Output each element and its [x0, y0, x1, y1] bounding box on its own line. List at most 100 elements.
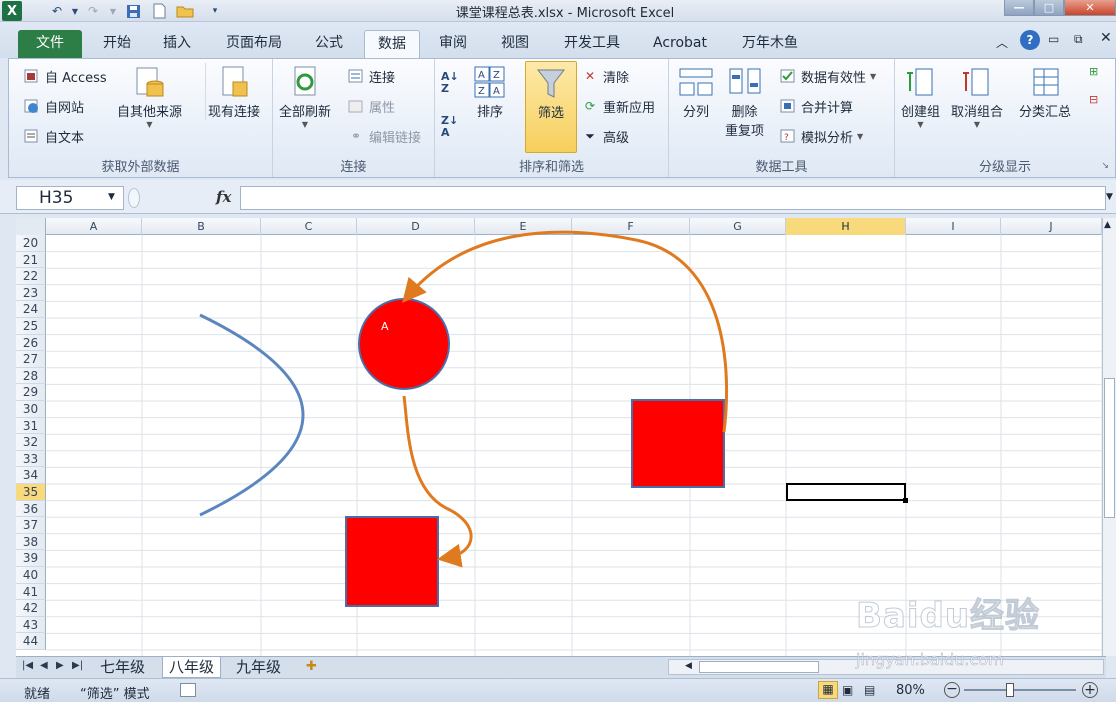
connections-button[interactable]: 连接	[347, 65, 395, 87]
from-text-button[interactable]: 自文本	[23, 125, 84, 147]
undo-dropdown-icon[interactable]: ▼	[66, 2, 84, 20]
filter-button[interactable]: 筛选	[525, 61, 577, 153]
collapse-ribbon-icon[interactable]: ︿	[996, 34, 1008, 51]
tab-home[interactable]: 开始	[92, 30, 142, 58]
page-break-view-icon[interactable]: ▤	[864, 683, 875, 697]
dialog-launcher-icon[interactable]: ↘	[1101, 161, 1109, 171]
doc-minimize-icon[interactable]: ▭	[1048, 32, 1059, 46]
sheet-tab-grade8[interactable]: 八年级	[162, 657, 222, 678]
tab-wannianmuyu[interactable]: 万年木鱼	[728, 30, 812, 58]
advanced-filter-button[interactable]: ⏷ 高级	[581, 125, 629, 147]
minimize-button[interactable]: —	[1004, 0, 1034, 16]
formula-bar-handle-icon[interactable]	[128, 188, 140, 208]
sheet-tab-grade9[interactable]: 九年级	[230, 657, 287, 678]
doc-close-icon[interactable]: ✕	[1100, 30, 1112, 46]
tab-acrobat[interactable]: Acrobat	[644, 30, 716, 58]
zoom-slider[interactable]	[964, 689, 1076, 691]
subtotal-button[interactable]: 分类汇总	[1019, 63, 1071, 120]
group-connections: 全部刷新 ▼ 连接 属性 ⚭ 编辑链接 连接	[273, 59, 435, 177]
group-button[interactable]: 创建组 ▼	[901, 63, 940, 129]
sort-az-icon[interactable]: A↓ Z	[441, 71, 459, 95]
customize-qat-icon[interactable]: ▾	[206, 2, 224, 20]
text-to-columns-label: 分列	[682, 105, 709, 120]
clear-filter-button[interactable]: ✕ 清除	[581, 65, 629, 87]
what-if-analysis-button[interactable]: ? 模拟分析 ▼	[779, 125, 863, 147]
scroll-left-icon[interactable]: ◀	[685, 661, 692, 671]
arc-shape[interactable]	[199, 313, 305, 517]
text-file-icon	[23, 127, 41, 145]
horizontal-scroll-thumb[interactable]	[699, 661, 819, 673]
zoom-in-icon[interactable]: +	[1082, 682, 1098, 698]
from-web-button[interactable]: 自网站	[23, 95, 84, 117]
data-validation-button[interactable]: 数据有效性 ▼	[779, 65, 876, 87]
scroll-up-icon[interactable]: ▲	[1104, 220, 1111, 230]
refresh-all-button[interactable]: 全部刷新 ▼	[279, 63, 331, 129]
square-shape-bottom[interactable]	[345, 516, 439, 607]
refresh-all-label: 全部刷新	[279, 105, 332, 120]
close-button[interactable]: ✕	[1064, 0, 1116, 16]
existing-connections-button[interactable]: 现有连接	[205, 63, 260, 120]
group-icon	[904, 63, 938, 101]
last-sheet-icon[interactable]: ▶|	[72, 660, 83, 671]
remove-duplicates-button[interactable]: 删除 重复项	[725, 63, 764, 139]
show-detail-icon[interactable]: ⊞	[1089, 65, 1098, 78]
hide-detail-icon[interactable]: ⊟	[1089, 93, 1098, 106]
vertical-scroll-thumb[interactable]	[1104, 378, 1115, 518]
name-box-dropdown-icon[interactable]: ▼	[108, 192, 115, 202]
from-access-button[interactable]: 自 Access	[23, 65, 107, 87]
macro-record-icon[interactable]	[180, 683, 196, 697]
status-ready: 就绪	[24, 687, 51, 702]
doc-restore-icon[interactable]: ⧉	[1074, 32, 1083, 47]
zoom-slider-thumb[interactable]	[1006, 683, 1014, 697]
data-validation-label: 数据有效性	[801, 70, 867, 86]
redo-icon[interactable]: ↷	[84, 2, 102, 20]
formula-input[interactable]	[240, 186, 1106, 210]
help-icon[interactable]: ?	[1020, 30, 1040, 50]
properties-button[interactable]: 属性	[347, 95, 395, 117]
tab-page-layout[interactable]: 页面布局	[212, 30, 296, 58]
zoom-level[interactable]: 80%	[896, 683, 925, 698]
sheet-tab-grade7[interactable]: 七年级	[94, 657, 151, 678]
edit-links-label: 编辑链接	[369, 130, 422, 146]
tab-developer[interactable]: 开发工具	[552, 30, 632, 58]
tab-data[interactable]: 数据	[364, 30, 420, 58]
tab-file[interactable]: 文件	[18, 30, 82, 58]
sort-za-icon[interactable]: Z↓ A	[441, 115, 458, 139]
open-folder-icon[interactable]	[176, 2, 194, 20]
tab-insert[interactable]: 插入	[152, 30, 202, 58]
redo-dropdown-icon[interactable]: ▼	[104, 2, 122, 20]
sort-label: 排序	[476, 105, 503, 120]
insert-sheet-icon[interactable]: ✚	[300, 657, 323, 678]
save-icon[interactable]	[124, 2, 142, 20]
circle-shape-a[interactable]	[358, 298, 450, 390]
subtotal-icon	[1028, 63, 1062, 101]
tab-review[interactable]: 审阅	[428, 30, 478, 58]
reapply-button[interactable]: ⟳ 重新应用	[581, 95, 655, 117]
advanced-filter-icon: ⏷	[585, 128, 595, 143]
prev-sheet-icon[interactable]: ◀	[40, 660, 48, 671]
page-layout-view-icon[interactable]: ▣	[842, 683, 853, 697]
first-sheet-icon[interactable]: |◀	[22, 660, 33, 671]
from-web-label: 自网站	[45, 100, 85, 116]
new-file-icon[interactable]	[150, 2, 168, 20]
ungroup-button[interactable]: 取消组合 ▼	[951, 63, 1003, 129]
group-label-data-tools: 数据工具	[755, 160, 808, 175]
vertical-scrollbar[interactable]: ▲	[1102, 218, 1116, 656]
zoom-out-icon[interactable]: −	[944, 682, 960, 698]
next-sheet-icon[interactable]: ▶	[56, 660, 64, 671]
tab-formulas[interactable]: 公式	[304, 30, 354, 58]
undo-icon[interactable]: ↶	[48, 2, 66, 20]
text-to-columns-button[interactable]: 分列	[679, 63, 713, 120]
existing-connections-label: 现有连接	[208, 105, 261, 120]
edit-links-button[interactable]: ⚭ 编辑链接	[347, 125, 421, 147]
from-other-sources-button[interactable]: 自其他来源 ▼	[117, 63, 182, 129]
normal-view-icon[interactable]: ▦	[818, 681, 838, 699]
expand-formula-bar-icon[interactable]: ▼	[1106, 192, 1113, 202]
dropdown-arrow-icon: ▼	[857, 131, 864, 141]
square-shape-right[interactable]	[631, 399, 725, 488]
maximize-button[interactable]: □	[1034, 0, 1064, 16]
sort-button[interactable]: AZZA 排序	[473, 63, 507, 120]
insert-function-icon[interactable]: fx	[216, 188, 231, 206]
consolidate-button[interactable]: 合并计算	[779, 95, 853, 117]
tab-view[interactable]: 视图	[490, 30, 540, 58]
